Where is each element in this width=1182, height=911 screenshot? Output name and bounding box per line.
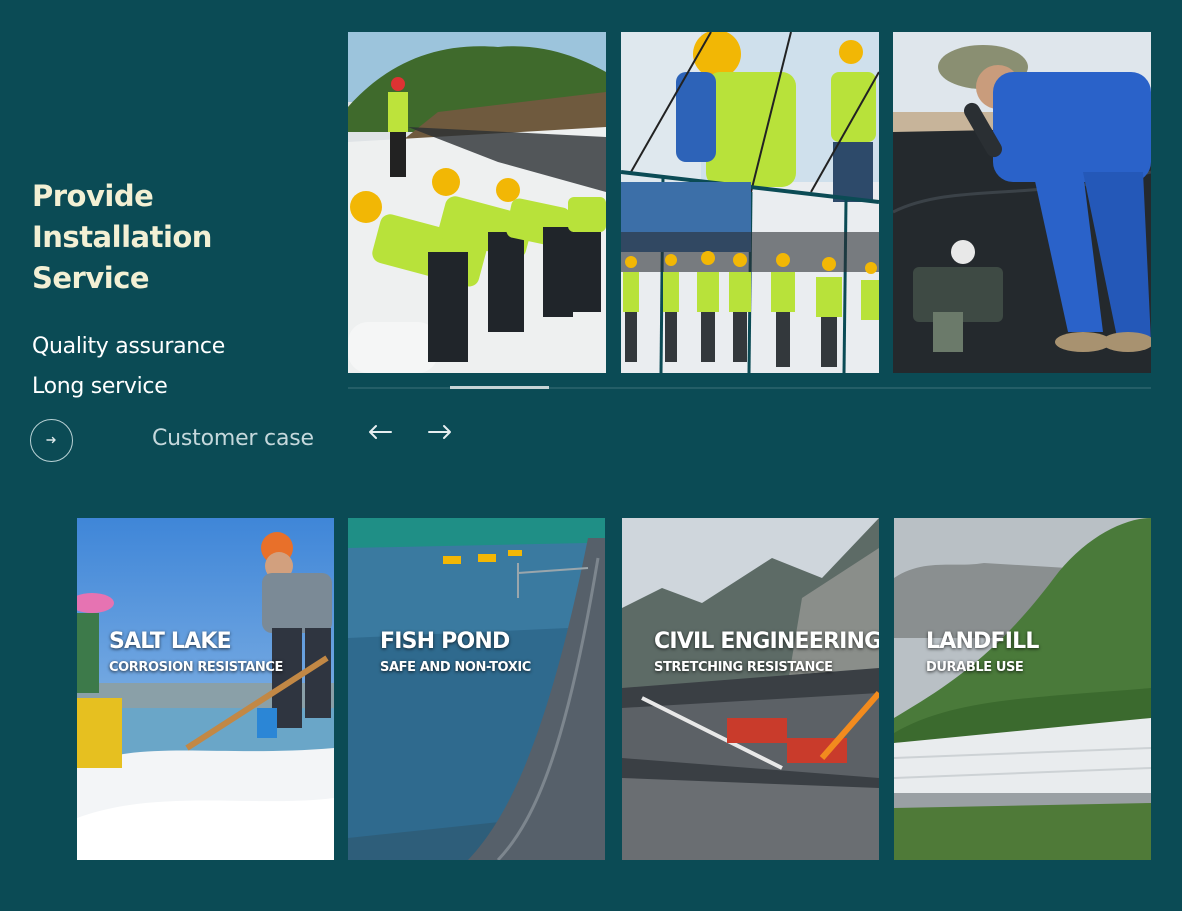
slider-progress-track[interactable]	[348, 386, 1151, 389]
feature-quality-assurance: Quality assurance	[32, 334, 225, 359]
salt-lake-photo	[77, 518, 334, 860]
slider-prev-button[interactable]	[365, 418, 395, 446]
card-civil-engineering[interactable]: CIVIL ENGINEERING STRETCHING RESISTANCE	[622, 518, 879, 860]
installation-photo-rolling	[348, 32, 606, 373]
fish-pond-photo	[348, 518, 605, 860]
card-subtitle: CORROSION RESISTANCE	[109, 660, 283, 675]
arrow-right-small-icon	[45, 436, 56, 444]
card-salt-lake[interactable]: SALT LAKE CORROSION RESISTANCE	[77, 518, 334, 860]
landfill-photo	[894, 518, 1151, 860]
card-title: LANDFILL	[926, 629, 1039, 654]
section-title-line-2: Installation Service	[32, 220, 212, 295]
slide-installation-rolling[interactable]	[348, 32, 606, 373]
card-landfill[interactable]: LANDFILL DURABLE USE	[894, 518, 1151, 860]
card-fish-pond[interactable]: FISH POND SAFE AND NON-TOXIC	[348, 518, 605, 860]
intro-section: Provide Installation Service Quality ass…	[32, 176, 332, 407]
application-cards: SALT LAKE CORROSION RESISTANCE FISH POND…	[77, 518, 1153, 860]
installation-photo-welding	[893, 32, 1151, 373]
card-title: CIVIL ENGINEERING	[654, 629, 879, 654]
customer-case-button[interactable]	[30, 418, 73, 462]
card-subtitle: SAFE AND NON-TOXIC	[380, 660, 531, 675]
card-title: SALT LAKE	[109, 629, 232, 654]
civil-engineering-photo	[622, 518, 879, 860]
feature-list: Quality assurance Long service	[32, 327, 332, 407]
customer-case-label[interactable]: Customer case	[152, 426, 314, 451]
slide-installation-welding[interactable]	[893, 32, 1151, 373]
section-title: Provide Installation Service	[32, 176, 332, 299]
card-subtitle: STRETCHING RESISTANCE	[654, 660, 833, 675]
feature-long-service: Long service	[32, 374, 168, 399]
card-title: FISH POND	[380, 629, 510, 654]
section-title-line-1: Provide	[32, 179, 154, 213]
installation-slider[interactable]	[348, 32, 1151, 392]
slide-installation-team[interactable]	[621, 32, 879, 373]
arrow-left-icon	[369, 425, 392, 439]
slider-next-button[interactable]	[425, 418, 455, 446]
customer-case-link[interactable]: Customer case	[30, 418, 314, 462]
installation-photo-team	[621, 32, 879, 373]
arrow-right-icon	[428, 425, 451, 439]
slider-progress-thumb[interactable]	[450, 386, 549, 389]
card-subtitle: DURABLE USE	[926, 660, 1024, 675]
